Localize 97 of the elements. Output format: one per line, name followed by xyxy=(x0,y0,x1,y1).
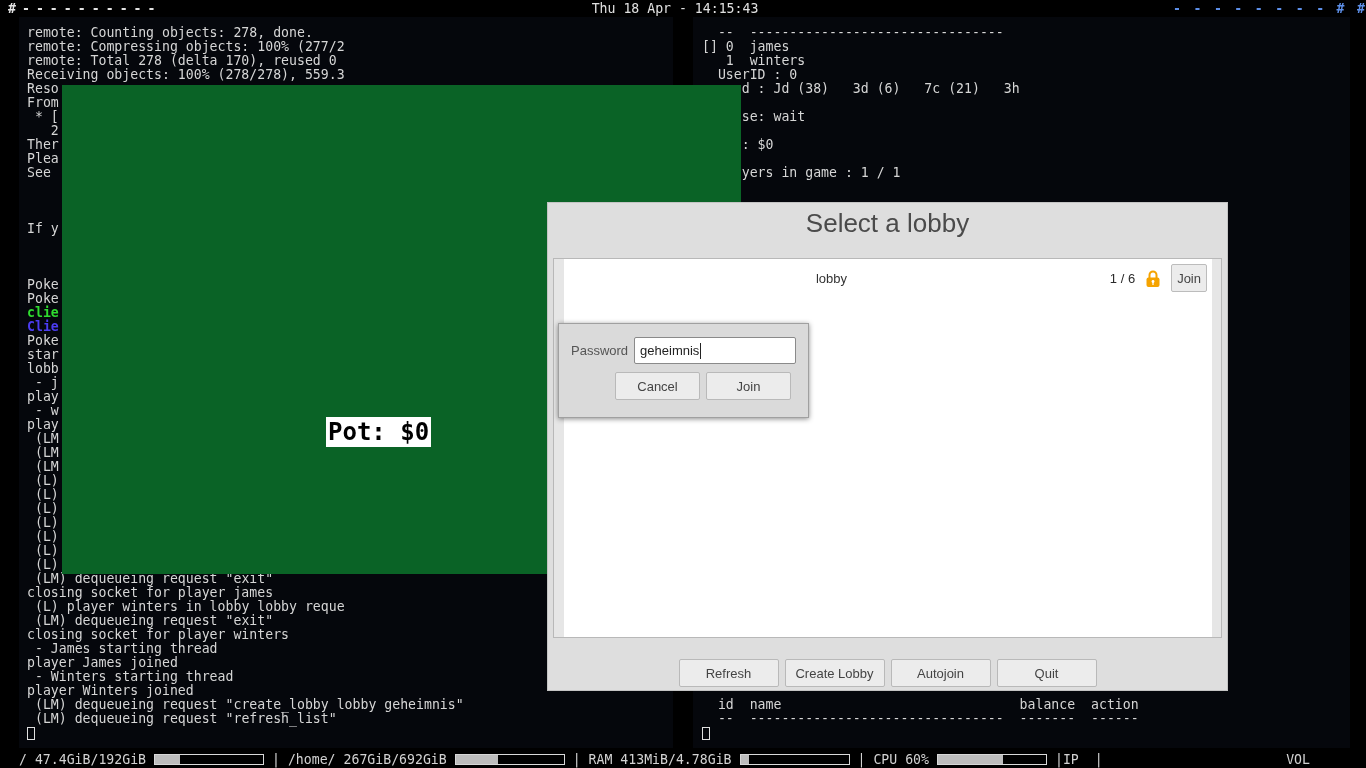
terminal-line: : $0 xyxy=(741,138,774,152)
workspace-tag[interactable]: - xyxy=(119,0,128,17)
terminal-line: player Winters joined xyxy=(27,684,194,698)
workspace-tag[interactable]: # xyxy=(8,0,16,17)
terminal-line: (LM xyxy=(34,446,59,460)
terminal-line: play xyxy=(27,418,59,432)
workspace-tag[interactable]: - xyxy=(1234,0,1243,17)
terminal-line: (L) xyxy=(34,558,59,572)
dialog-button[interactable]: Create Lobby xyxy=(784,659,885,687)
workspace-tag[interactable]: - xyxy=(49,0,58,17)
status-text: | /home/ 267GiB/692GiB xyxy=(272,751,447,767)
dialog-title: Select a lobby xyxy=(805,208,970,238)
terminal-line: remote: Compressing objects: 100% (277/2 xyxy=(27,40,345,54)
terminal-line: From xyxy=(27,96,59,110)
dialog-button[interactable]: Quit xyxy=(996,659,1097,687)
status-text: | RAM 413MiB/4.78GiB xyxy=(572,751,732,767)
workspace-tag[interactable]: - xyxy=(1316,0,1325,17)
workspace-tag[interactable]: - xyxy=(35,0,44,17)
terminal-line: Poke xyxy=(27,292,59,306)
workspace-tag[interactable]: - xyxy=(147,0,156,17)
terminal-line: (L) xyxy=(34,474,59,488)
pot-label: Pot: $0 xyxy=(326,417,432,447)
terminal-line: If y xyxy=(27,222,59,236)
field-label: Password xyxy=(571,343,629,358)
terminal-line: Poke xyxy=(27,278,59,292)
terminal-line: (L) xyxy=(34,544,59,558)
workspace-tag[interactable]: - xyxy=(1193,0,1202,17)
workspace-tag[interactable]: # xyxy=(1336,0,1345,17)
terminal-line: id name balance action xyxy=(717,698,1139,712)
terminal-line: Ther xyxy=(27,138,59,152)
terminal-line: 1 winters xyxy=(725,54,806,68)
workspace-tag[interactable]: - xyxy=(133,0,142,17)
workspace-tag[interactable]: - xyxy=(21,0,30,17)
terminal-line: Receiving objects: 100% (278/278), 559.3 xyxy=(27,68,345,82)
terminal-line: remote: Counting objects: 278, done. xyxy=(27,26,313,40)
workspace-tag[interactable]: - xyxy=(1213,0,1222,17)
block-cursor-icon xyxy=(27,726,35,740)
status-text: | CPU 60% xyxy=(857,751,929,767)
terminal-line: - w xyxy=(34,404,59,418)
terminal-line: (LM xyxy=(34,432,59,446)
dialog-button[interactable]: Refresh xyxy=(678,659,779,687)
terminal-line: (LM) dequeueing request "refresh_list" xyxy=(34,712,337,726)
terminal-line: See xyxy=(27,166,51,180)
volume-label: VOL xyxy=(1286,751,1311,767)
terminal-line: (L) xyxy=(34,488,59,502)
terminal-line: Reso xyxy=(27,82,59,96)
text-cursor-icon xyxy=(700,342,702,359)
popup-button[interactable]: Join xyxy=(706,372,791,400)
popup-button[interactable]: Cancel xyxy=(615,372,700,400)
terminal-line: remote: Total 278 (delta 170), reused 0 xyxy=(27,54,337,68)
terminal-line: (L) player winters in lobby lobby reque xyxy=(34,600,345,614)
workspace-tag[interactable]: - xyxy=(63,0,72,17)
status-text: |IP | xyxy=(1055,751,1103,767)
clock: Thu 18 Apr - 14:15:43 xyxy=(591,0,759,17)
dialog-button[interactable]: Autojoin xyxy=(890,659,991,687)
workspace-tag[interactable]: - xyxy=(77,0,86,17)
terminal-line: closing socket for player winters xyxy=(27,628,289,642)
terminal-line: (L) xyxy=(34,502,59,516)
terminal-line: (L) xyxy=(34,516,59,530)
terminal-line: (LM) dequeueing request "exit" xyxy=(34,614,274,628)
workspace-tag[interactable]: - xyxy=(105,0,114,17)
workspace-tag[interactable]: - xyxy=(1295,0,1304,17)
terminal-line: -- -------------------------------- xyxy=(717,26,1004,40)
workspace-tag[interactable]: - xyxy=(1254,0,1263,17)
block-cursor-icon xyxy=(702,726,710,740)
join-button[interactable]: Join xyxy=(1171,264,1207,292)
player-count: 1 / 6 xyxy=(1109,270,1136,286)
status-text: / 47.4GiB/192GiB xyxy=(19,751,147,767)
terminal-line: (LM) dequeueing request "create_lobby lobby geheimnis" xyxy=(34,698,464,712)
workspace-tag[interactable]: # xyxy=(1357,0,1365,17)
terminal-line: [] 0 james xyxy=(702,40,790,54)
terminal-line: Plea xyxy=(27,152,59,166)
workspace-tag[interactable]: - xyxy=(1172,0,1181,17)
terminal-line: star xyxy=(27,348,59,362)
terminal-line: (L) xyxy=(34,530,59,544)
terminal-line: play xyxy=(27,390,59,404)
terminal-line: Poke xyxy=(27,334,59,348)
workspace-tag[interactable]: - xyxy=(91,0,100,17)
terminal-line: - Winters starting thread xyxy=(34,670,234,684)
terminal-line: closing socket for player james xyxy=(27,586,274,600)
terminal-line: clie xyxy=(27,306,59,320)
terminal-line: 2 xyxy=(50,124,59,138)
terminal-line: - j xyxy=(34,376,59,390)
terminal-line: (LM xyxy=(34,460,59,474)
terminal-line: * [ xyxy=(34,110,59,124)
terminal-line: UserID : 0 xyxy=(717,68,798,82)
terminal-line: yers in game : 1 / 1 xyxy=(741,166,901,180)
terminal-line: -- -------------------------------- ------- ------ xyxy=(717,712,1139,726)
terminal-line: d : Jd (38) 3d (6) 7c (21) 3h xyxy=(741,82,1020,96)
terminal-line: - James starting thread xyxy=(34,642,218,656)
terminal-line: se: wait xyxy=(741,110,806,124)
terminal-line: lobb xyxy=(27,362,59,376)
password-field[interactable]: geheimnis xyxy=(634,337,796,364)
workspace-tag[interactable]: - xyxy=(1275,0,1284,17)
terminal-line: Clie xyxy=(27,320,59,334)
lobby-name: lobby xyxy=(815,270,847,286)
terminal-line: player James joined xyxy=(27,656,178,670)
